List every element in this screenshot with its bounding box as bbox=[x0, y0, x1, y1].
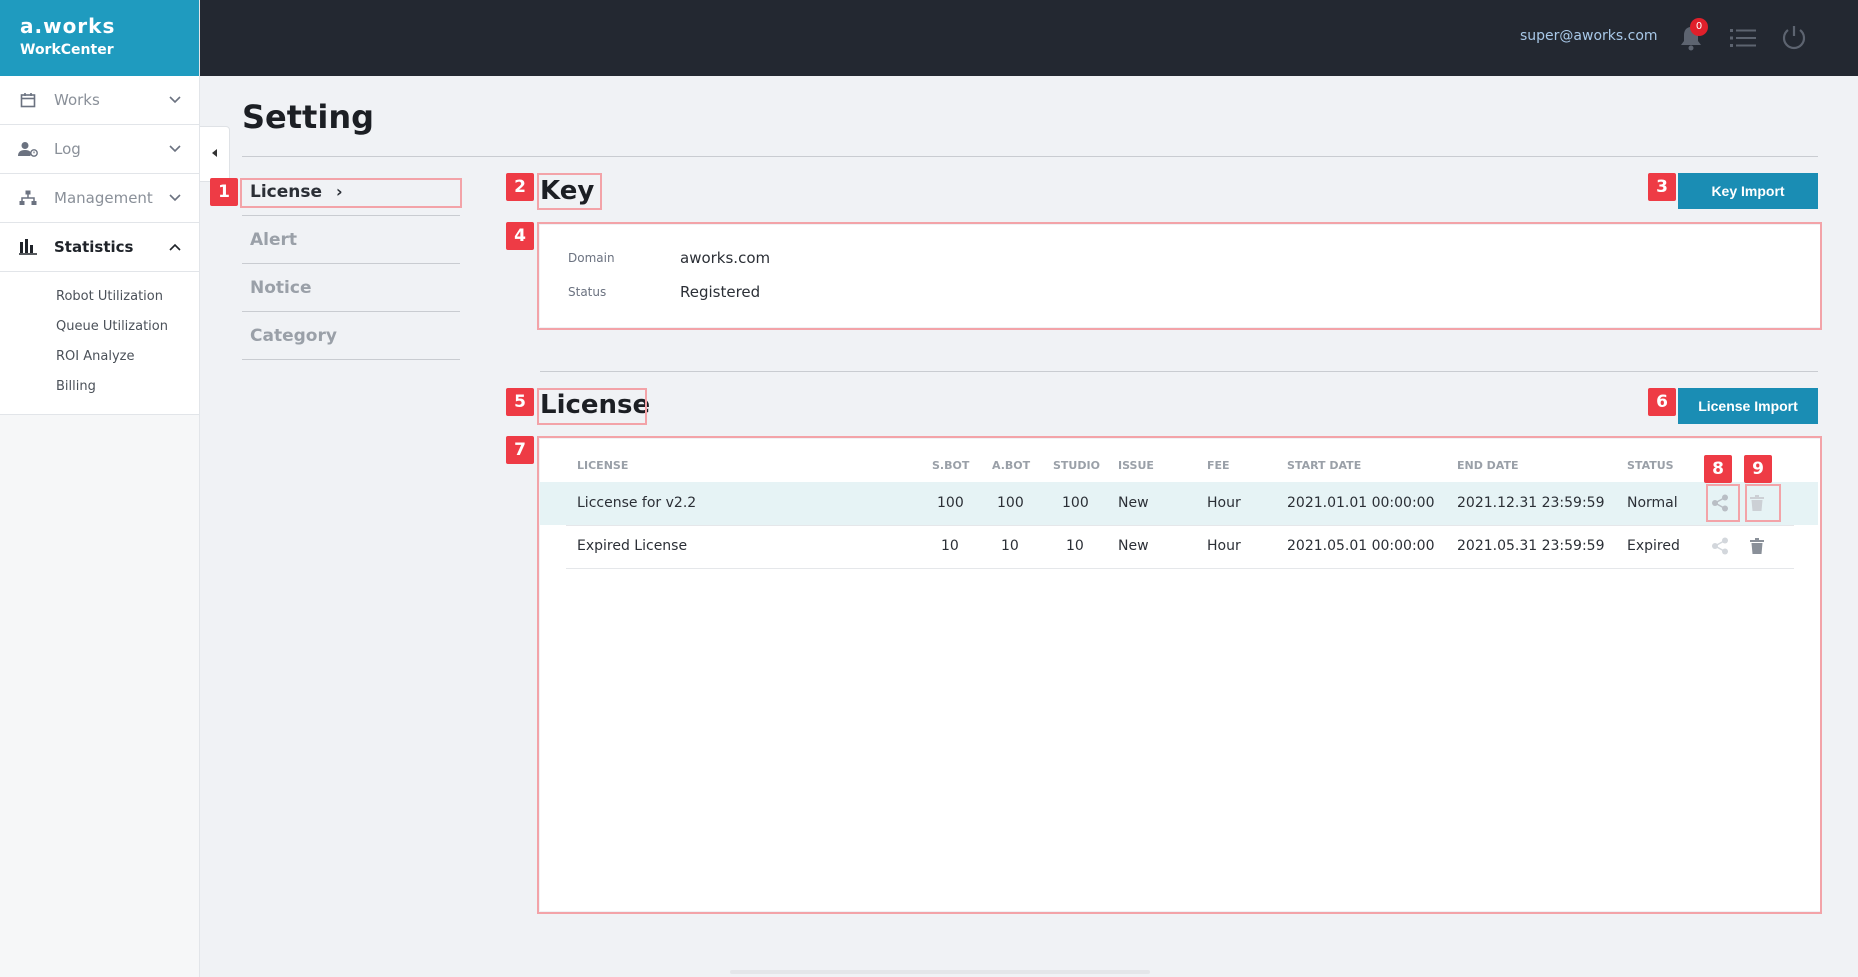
bar-chart-icon bbox=[18, 237, 38, 257]
user-log-icon bbox=[18, 139, 38, 159]
annotation-box-license-title bbox=[537, 388, 647, 425]
settings-menu-category[interactable]: Category bbox=[242, 312, 460, 360]
chevron-down-icon bbox=[169, 93, 181, 108]
sidebar-item-works[interactable]: Works bbox=[0, 76, 199, 125]
menu-list-icon[interactable] bbox=[1730, 26, 1756, 50]
sidebar-item-label: Statistics bbox=[54, 238, 134, 256]
sidebar: a.works WorkCenter Works Log Management bbox=[0, 0, 200, 977]
chevron-down-icon bbox=[169, 142, 181, 157]
sidebar-item-log[interactable]: Log bbox=[0, 125, 199, 174]
subnav-item-roi-analyze[interactable]: ROI Analyze bbox=[0, 342, 199, 372]
subnav-item-robot-utilization[interactable]: Robot Utilization bbox=[0, 282, 199, 312]
notification-badge: 0 bbox=[1690, 18, 1708, 36]
sidebar-item-label: Works bbox=[54, 91, 100, 109]
annotation-marker-7: 7 bbox=[506, 436, 534, 464]
sidebar-item-statistics[interactable]: Statistics bbox=[0, 223, 199, 272]
annotation-box-license-menu bbox=[240, 178, 462, 208]
annotation-marker-8: 8 bbox=[1704, 455, 1732, 483]
page-title: Setting bbox=[242, 98, 374, 136]
annotation-marker-1: 1 bbox=[210, 178, 238, 206]
subnav-item-billing[interactable]: Billing bbox=[0, 372, 199, 402]
brand-app-name: WorkCenter bbox=[20, 42, 114, 58]
chevron-down-icon bbox=[169, 191, 181, 206]
power-icon[interactable] bbox=[1780, 23, 1808, 51]
settings-menu-notice[interactable]: Notice bbox=[242, 264, 460, 312]
caret-left-icon bbox=[211, 148, 218, 160]
subnav-item-queue-utilization[interactable]: Queue Utilization bbox=[0, 312, 199, 342]
annotation-marker-5: 5 bbox=[506, 388, 534, 416]
settings-menu-alert[interactable]: Alert bbox=[242, 216, 460, 264]
annotation-box-share bbox=[1706, 484, 1740, 522]
top-bar: super@aworks.com 0 bbox=[200, 0, 1858, 76]
user-email-link[interactable]: super@aworks.com bbox=[1520, 28, 1658, 44]
annotation-marker-9: 9 bbox=[1744, 455, 1772, 483]
sidebar-collapse-button[interactable] bbox=[200, 126, 230, 182]
key-import-button[interactable]: Key Import bbox=[1678, 173, 1818, 209]
page-scrollbar[interactable] bbox=[730, 970, 1150, 974]
brand-header[interactable]: a.works WorkCenter bbox=[0, 0, 199, 76]
calendar-icon bbox=[18, 90, 38, 110]
annotation-box-license-table bbox=[537, 436, 1822, 914]
annotation-box-delete bbox=[1745, 484, 1781, 522]
annotation-marker-6: 6 bbox=[1648, 388, 1676, 416]
sidebar-item-label: Management bbox=[54, 189, 153, 207]
title-divider bbox=[242, 156, 1818, 157]
statistics-subnav: Robot Utilization Queue Utilization ROI … bbox=[0, 272, 199, 415]
annotation-marker-2: 2 bbox=[506, 173, 534, 201]
sidebar-item-management[interactable]: Management bbox=[0, 174, 199, 223]
brand-logo: a.works bbox=[20, 14, 116, 38]
chevron-up-icon bbox=[169, 240, 181, 255]
sitemap-icon bbox=[18, 188, 38, 208]
annotation-box-key-panel bbox=[537, 222, 1822, 330]
sidebar-item-label: Log bbox=[54, 140, 81, 158]
license-import-button[interactable]: License Import bbox=[1678, 388, 1818, 424]
annotation-box-key-title bbox=[537, 173, 602, 210]
section-divider bbox=[540, 371, 1818, 372]
annotation-marker-3: 3 bbox=[1648, 173, 1676, 201]
annotation-marker-4: 4 bbox=[506, 222, 534, 250]
